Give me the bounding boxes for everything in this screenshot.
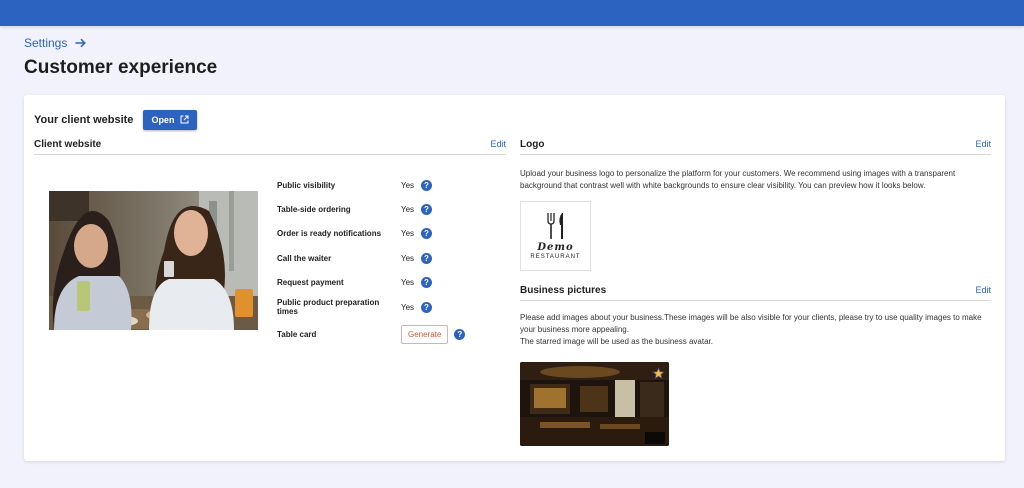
- setting-row-call-the-waiter: Call the waiter Yes ?: [277, 248, 477, 268]
- help-icon[interactable]: ?: [421, 252, 432, 264]
- setting-value: Yes: [401, 302, 415, 312]
- open-website-button[interactable]: Open: [143, 110, 198, 130]
- external-link-icon: [180, 115, 189, 126]
- arrow-right-icon: [75, 38, 87, 48]
- setting-label: Request payment: [277, 277, 344, 287]
- setting-value: Yes: [401, 204, 415, 214]
- setting-row-table-card: Table card Generate ?: [277, 324, 477, 344]
- setting-row-public-visibility: Public visibility Yes ?: [277, 175, 477, 195]
- business-pictures-description: Please add images about your business.Th…: [520, 313, 982, 334]
- breadcrumb-settings-link[interactable]: Settings: [24, 36, 67, 50]
- setting-row-table-side-ordering: Table-side ordering Yes ?: [277, 199, 477, 219]
- client-website-photo: [49, 191, 258, 330]
- open-button-label: Open: [151, 115, 175, 125]
- client-website-title: Client website: [34, 139, 102, 150]
- star-icon[interactable]: [652, 367, 665, 385]
- setting-label: Call the waiter: [277, 253, 332, 263]
- fork-knife-icon: [546, 213, 563, 239]
- client-website-label: Your client website: [34, 114, 134, 126]
- help-icon[interactable]: ?: [421, 276, 432, 288]
- setting-value: Yes: [401, 277, 415, 287]
- setting-label: Public visibility: [277, 180, 336, 190]
- help-icon[interactable]: ?: [421, 227, 432, 239]
- customer-experience-card: Your client website Open Client website …: [24, 95, 1005, 461]
- logo-title: Logo: [520, 139, 545, 150]
- business-logo-preview: Demo RESTAURANT: [520, 201, 591, 271]
- breadcrumb[interactable]: Settings: [24, 36, 87, 50]
- logo-demo-text: Demo: [537, 242, 574, 253]
- help-icon[interactable]: ?: [454, 328, 466, 340]
- logo-description: Upload your business logo to personalize…: [520, 169, 956, 190]
- setting-row-request-payment: Request payment Yes ?: [277, 272, 477, 292]
- setting-value: Yes: [401, 180, 415, 190]
- page-title: Customer experience: [24, 57, 218, 78]
- setting-label: Public product preparation times: [277, 298, 380, 316]
- business-pictures-title: Business pictures: [520, 285, 607, 296]
- generate-table-card-button[interactable]: Generate: [401, 324, 449, 344]
- help-icon[interactable]: ?: [421, 203, 432, 215]
- logo-restaurant-text: RESTAURANT: [530, 254, 581, 260]
- setting-row-order-ready-notifications: Order is ready notifications Yes ?: [277, 223, 477, 243]
- logo-edit-link[interactable]: Edit: [975, 139, 991, 149]
- client-website-edit-link[interactable]: Edit: [490, 139, 506, 149]
- client-website-row: Your client website Open: [34, 110, 198, 130]
- help-icon[interactable]: ?: [421, 179, 432, 191]
- business-pictures-header: Business pictures Edit: [520, 285, 991, 301]
- business-pictures-edit-link[interactable]: Edit: [975, 285, 991, 295]
- help-icon[interactable]: ?: [421, 301, 432, 313]
- setting-value: Yes: [401, 228, 415, 238]
- top-app-bar: [0, 0, 1024, 26]
- business-picture[interactable]: [520, 362, 669, 446]
- logo-header: Logo Edit: [520, 139, 991, 155]
- business-pictures-avatar-note: The starred image will be used as the bu…: [520, 337, 713, 346]
- setting-label: Table card: [277, 329, 317, 339]
- client-website-header: Client website Edit: [34, 139, 506, 155]
- setting-value: Yes: [401, 253, 415, 263]
- setting-label: Table-side ordering: [277, 204, 351, 214]
- setting-label: Order is ready notifications: [277, 228, 382, 238]
- setting-row-preparation-times: Public product preparation times Yes ?: [277, 297, 477, 317]
